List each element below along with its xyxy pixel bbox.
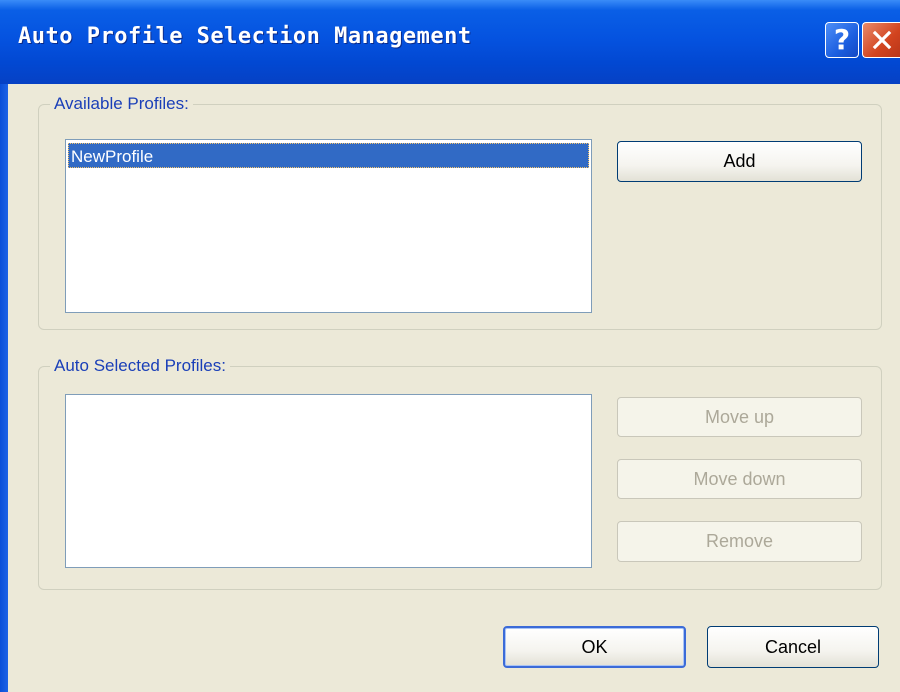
auto-selected-profiles-label: Auto Selected Profiles: bbox=[50, 356, 230, 376]
window-title: Auto Profile Selection Management bbox=[18, 24, 472, 49]
remove-button[interactable]: Remove bbox=[617, 521, 862, 562]
dialog-window: Auto Profile Selection Management ? Avai… bbox=[0, 0, 900, 692]
window-left-border bbox=[0, 84, 8, 692]
move-down-button[interactable]: Move down bbox=[617, 459, 862, 499]
help-button[interactable]: ? bbox=[825, 22, 859, 58]
available-profiles-list[interactable]: NewProfile bbox=[65, 139, 592, 313]
add-button[interactable]: Add bbox=[617, 141, 862, 182]
auto-selected-profiles-list[interactable] bbox=[65, 394, 592, 568]
ok-button[interactable]: OK bbox=[503, 626, 686, 668]
move-up-button[interactable]: Move up bbox=[617, 397, 862, 437]
list-item-newprofile[interactable]: NewProfile bbox=[68, 143, 589, 168]
help-icon: ? bbox=[833, 23, 851, 56]
close-icon bbox=[872, 30, 891, 50]
title-bar[interactable]: Auto Profile Selection Management ? bbox=[0, 0, 900, 84]
available-profiles-label: Available Profiles: bbox=[50, 94, 193, 114]
cancel-button[interactable]: Cancel bbox=[707, 626, 879, 668]
close-button[interactable] bbox=[862, 22, 900, 58]
